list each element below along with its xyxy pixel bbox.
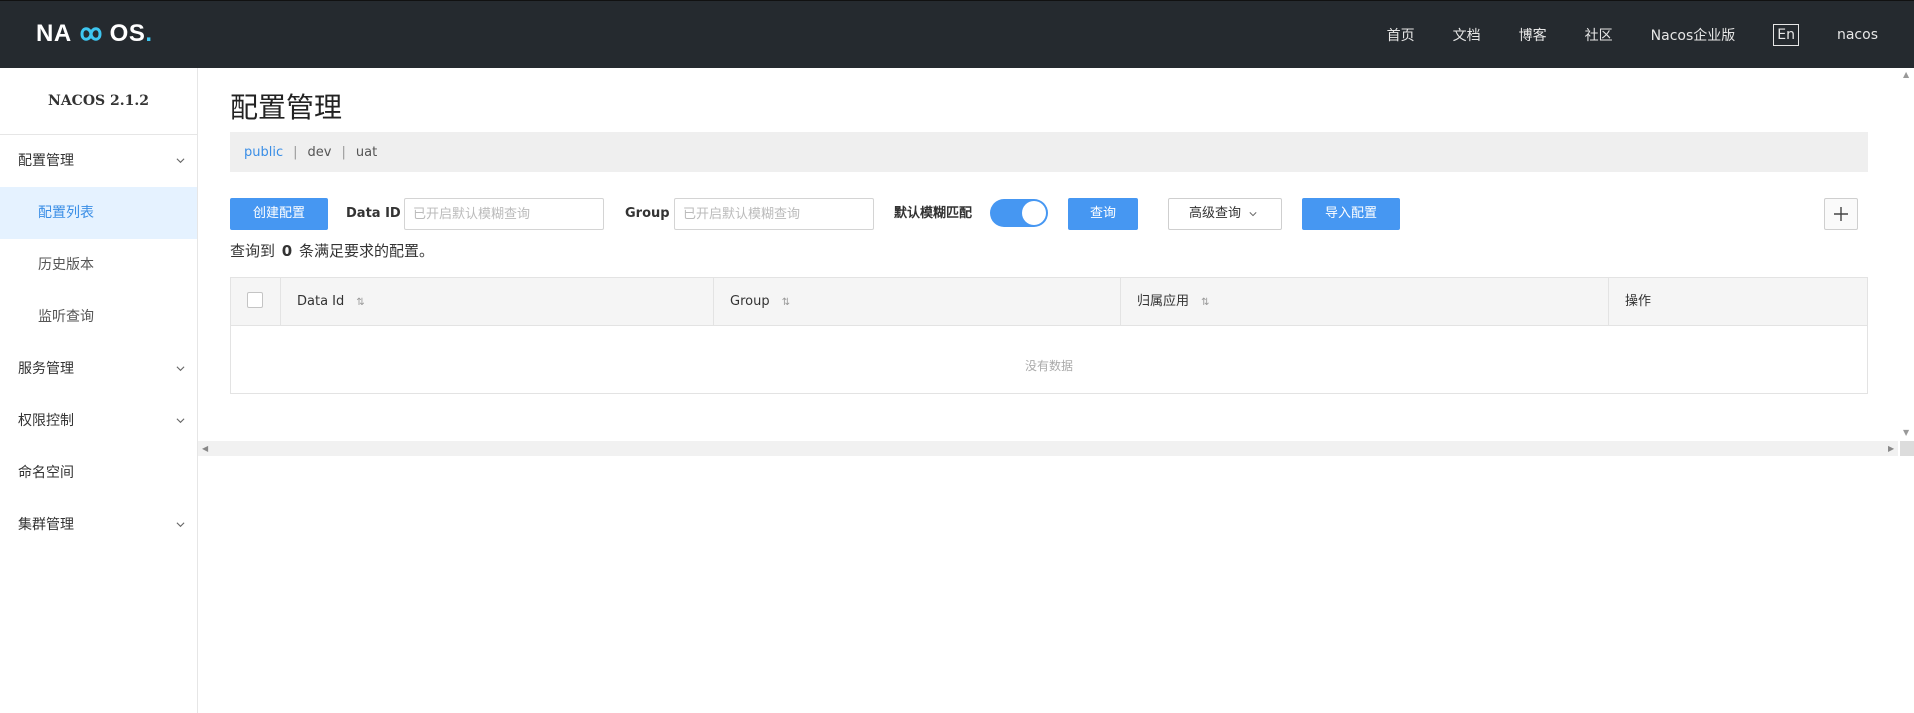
sort-icon[interactable]: ⇅ (356, 279, 364, 327)
column-header-actions: 操作 (1609, 278, 1867, 326)
sidebar-group-label: 集群管理 (18, 517, 74, 533)
sort-icon[interactable]: ⇅ (782, 279, 790, 327)
scroll-right-arrow-icon[interactable]: ▶ (1888, 444, 1894, 453)
sidebar-item-config-list[interactable]: 配置列表 (0, 187, 197, 239)
column-header-group[interactable]: Group ⇅ (714, 278, 1121, 326)
group-search-input[interactable] (674, 198, 874, 230)
config-table: Data Id ⇅ Group ⇅ 归属应用 ⇅ 操作 没有数据 (230, 277, 1868, 394)
column-header-label: 操作 (1625, 294, 1652, 309)
sidebar-item-history[interactable]: 历史版本 (0, 239, 197, 291)
sidebar-group-cluster-management[interactable]: 集群管理 (0, 499, 197, 551)
result-suffix: 条满足要求的配置。 (299, 242, 435, 260)
group-label: Group (625, 206, 670, 221)
sidebar-group-service-management[interactable]: 服务管理 (0, 343, 197, 395)
chevron-down-icon (1249, 211, 1257, 216)
nacos-logo[interactable]: NA OS . (36, 19, 153, 49)
column-header-label: Group (730, 294, 770, 309)
namespace-dev-link[interactable]: dev (308, 145, 332, 160)
user-menu[interactable]: nacos (1837, 27, 1878, 43)
namespace-public-link[interactable]: public (244, 145, 283, 160)
chevron-down-icon (176, 418, 185, 424)
search-toolbar: 创建配置 Data ID Group 默认模糊匹配 查询 高级查询 导入配置 (230, 198, 1868, 230)
logo-text-left: NA (36, 20, 72, 47)
logo-dot: . (145, 20, 153, 47)
scroll-left-arrow-icon[interactable]: ◀ (202, 444, 208, 453)
scroll-down-arrow-icon[interactable]: ▼ (1903, 428, 1909, 437)
nav-enterprise-link[interactable]: Nacos企业版 (1651, 25, 1736, 45)
top-navigation-bar: NA OS . 首页 文档 博客 社区 Nacos企业版 En nacos (0, 0, 1914, 68)
column-header-app[interactable]: 归属应用 ⇅ (1121, 278, 1609, 326)
select-all-checkbox[interactable] (247, 292, 263, 308)
nav-docs-link[interactable]: 文档 (1453, 25, 1481, 45)
dataid-search-input[interactable] (404, 198, 604, 230)
namespace-uat-link[interactable]: uat (356, 145, 377, 160)
dataid-label: Data ID (346, 206, 401, 221)
fuzzy-match-toggle[interactable] (990, 199, 1048, 227)
vertical-scrollbar[interactable]: ▲ ▼ (1900, 68, 1914, 441)
horizontal-scrollbar[interactable]: ◀ ▶ (198, 441, 1898, 456)
logo-text-right: OS (109, 20, 146, 47)
chevron-down-icon (176, 366, 185, 372)
namespace-separator: | (341, 144, 346, 160)
add-button[interactable] (1824, 198, 1858, 230)
plus-icon (1834, 207, 1848, 221)
sidebar-group-label: 配置管理 (18, 153, 74, 169)
select-all-cell (231, 278, 281, 326)
result-prefix: 查询到 (230, 242, 276, 260)
page-title: 配置管理 (230, 91, 343, 124)
namespace-bar: public | dev | uat (230, 132, 1868, 172)
chevron-down-icon (176, 522, 185, 528)
fuzzy-match-label: 默认模糊匹配 (894, 206, 973, 221)
top-nav-links: 首页 文档 博客 社区 Nacos企业版 En nacos (1349, 1, 1878, 69)
sidebar-group-label: 命名空间 (18, 465, 74, 481)
advanced-query-label: 高级查询 (1189, 206, 1242, 221)
sort-icon[interactable]: ⇅ (1201, 279, 1209, 327)
toggle-knob (1022, 201, 1046, 225)
version-label: NACOS 2.1.2 (0, 68, 197, 135)
result-summary: 查询到 0 条满足要求的配置。 (230, 240, 434, 261)
column-header-label: Data Id (297, 294, 345, 309)
logo-infinity-icon (80, 27, 102, 41)
query-button[interactable]: 查询 (1068, 198, 1138, 230)
sidebar-group-label: 权限控制 (18, 413, 74, 429)
scroll-up-arrow-icon[interactable]: ▲ (1903, 70, 1909, 79)
chevron-down-icon (176, 158, 185, 164)
sidebar-group-config-management[interactable]: 配置管理 (0, 135, 197, 187)
result-count: 0 (281, 242, 293, 260)
scrollbar-corner (1900, 441, 1914, 456)
sidebar-group-label: 服务管理 (18, 361, 74, 377)
column-header-dataid[interactable]: Data Id ⇅ (281, 278, 714, 326)
main-content: 配置管理 public | dev | uat 创建配置 Data ID Gro… (198, 68, 1914, 713)
language-switch-button[interactable]: En (1773, 24, 1799, 46)
sidebar-item-listener-query[interactable]: 监听查询 (0, 291, 197, 343)
nav-home-link[interactable]: 首页 (1387, 25, 1415, 45)
nav-blog-link[interactable]: 博客 (1519, 25, 1547, 45)
nav-community-link[interactable]: 社区 (1585, 25, 1613, 45)
import-config-button[interactable]: 导入配置 (1302, 198, 1400, 230)
sidebar-item-namespace[interactable]: 命名空间 (0, 447, 197, 499)
sidebar: NACOS 2.1.2 配置管理 配置列表 历史版本 监听查询 服务管理 权限控… (0, 68, 198, 713)
create-config-button[interactable]: 创建配置 (230, 198, 328, 230)
table-header: Data Id ⇅ Group ⇅ 归属应用 ⇅ 操作 (231, 278, 1867, 326)
namespace-separator: | (293, 144, 298, 160)
advanced-query-button[interactable]: 高级查询 (1168, 198, 1282, 230)
column-header-label: 归属应用 (1137, 294, 1190, 309)
sidebar-group-access-control[interactable]: 权限控制 (0, 395, 197, 447)
empty-state-text: 没有数据 (1024, 359, 1073, 373)
